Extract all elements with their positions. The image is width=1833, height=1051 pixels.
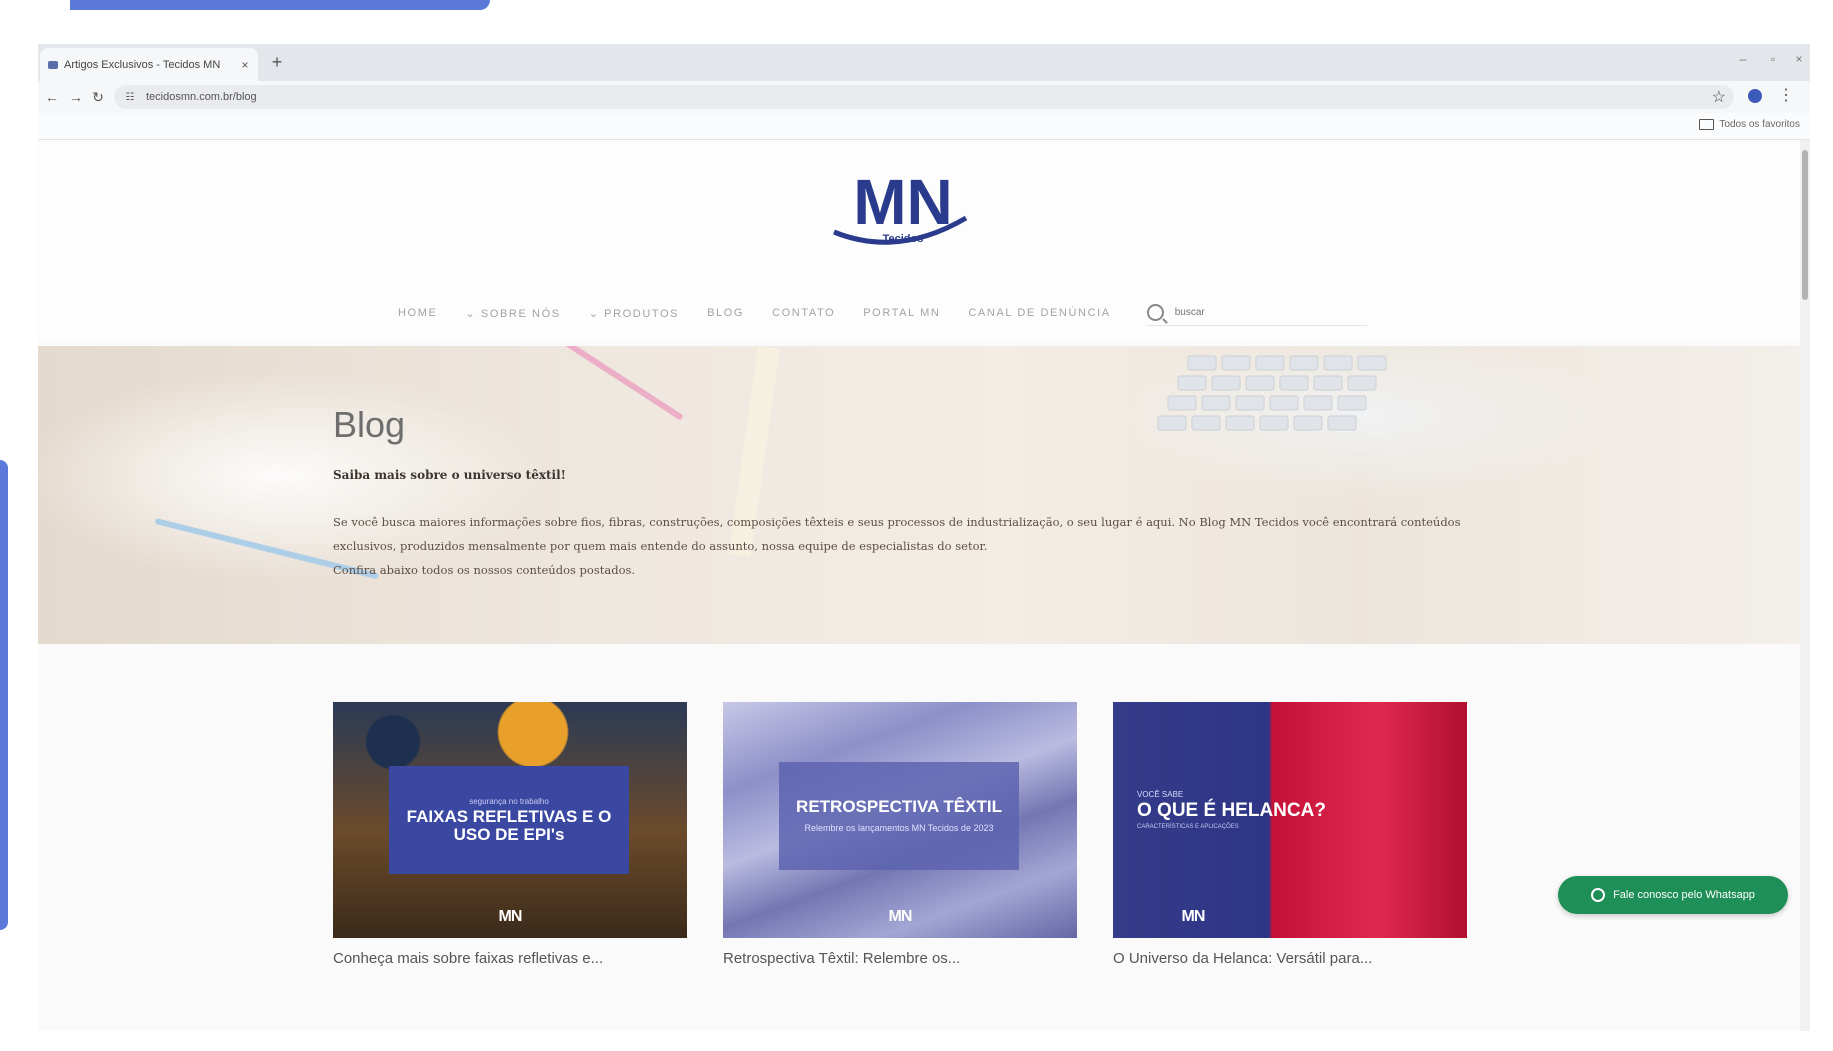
whatsapp-icon: [1591, 888, 1606, 902]
profile-avatar[interactable]: [1748, 89, 1762, 103]
hero-content: Blog Saiba mais sobre o universo têxtil!…: [333, 404, 1513, 582]
page-title: Blog: [333, 404, 406, 445]
browser-window: Artigos Exclusivos - Tecidos MN × + – ▫ …: [38, 44, 1810, 1031]
nav-canal-denuncia[interactable]: CANAL DE DENÚNCIA: [968, 307, 1110, 319]
blog-card-image[interactable]: segurança no trabalho FAIXAS REFLETIVAS …: [333, 702, 687, 938]
card-logo: MN: [888, 908, 913, 925]
card-headline: FAIXAS REFLETIVAS E O USO DE EPI's: [406, 806, 612, 844]
back-arrow-icon[interactable]: ←: [42, 87, 62, 107]
page-scrollbar[interactable]: [1800, 140, 1810, 1031]
blog-card-image[interactable]: VOCÊ SABE O QUE É HELANCA? CARACTERÍSTIC…: [1113, 702, 1467, 938]
nav-home[interactable]: HOME: [398, 307, 437, 319]
mn-tecidos-logo[interactable]: MN Tecidos: [828, 162, 978, 260]
nav-portal-mn[interactable]: PORTAL MN: [863, 307, 940, 319]
all-bookmarks-label: Todos os favoritos: [1719, 119, 1800, 130]
search-input[interactable]: [1172, 306, 1357, 319]
web-page: MN Tecidos HOME ⌄ SOBRE NÓS ⌄ PRODUTOS B…: [38, 140, 1800, 1031]
blog-card[interactable]: segurança no trabalho FAIXAS REFLETIVAS …: [333, 702, 687, 967]
url-text: tecidosmn.com.br/blog: [146, 91, 257, 103]
address-bar: ← → ↻ ☷ tecidosmn.com.br/blog ☆ ⋮: [38, 81, 1810, 113]
bookmarks-bar: Todos os favoritos: [38, 113, 1810, 140]
card-kicker: VOCÊ SABE: [1137, 790, 1184, 799]
blog-card-list: segurança no trabalho FAIXAS REFLETIVAS …: [333, 702, 1473, 972]
main-navigation: HOME ⌄ SOBRE NÓS ⌄ PRODUTOS BLOG CONTATO…: [398, 300, 1367, 326]
whatsapp-label: Fale conosco pelo Whatsapp: [1613, 889, 1755, 901]
site-header: MN Tecidos HOME ⌄ SOBRE NÓS ⌄ PRODUTOS B…: [38, 140, 1800, 340]
decorative-shape-left: [0, 460, 8, 930]
blog-card-title[interactable]: O Universo da Helanca: Versátil para...: [1113, 950, 1467, 967]
all-bookmarks-button[interactable]: Todos os favoritos: [1699, 119, 1800, 130]
new-tab-button[interactable]: +: [266, 52, 288, 74]
favicon-icon: [48, 60, 58, 69]
card-kicker: segurança no trabalho: [469, 796, 549, 806]
forward-arrow-icon[interactable]: →: [66, 87, 86, 107]
search-icon[interactable]: [1146, 304, 1164, 321]
tab-bar: Artigos Exclusivos - Tecidos MN × + – ▫ …: [38, 44, 1810, 81]
url-field[interactable]: ☷ tecidosmn.com.br/blog: [114, 85, 1734, 109]
hero-subtitle: Saiba mais sobre o universo têxtil!: [333, 468, 566, 482]
nav-blog[interactable]: BLOG: [707, 307, 744, 319]
blog-card-title[interactable]: Conheça mais sobre faixas refletivas e..…: [333, 950, 687, 967]
hero-paragraph-2: Confira abaixo todos os nossos conteúdos…: [333, 563, 636, 577]
card-logo: MN: [1181, 908, 1206, 925]
card-text: VOCÊ SABE O QUE É HELANCA? CARACTERÍSTIC…: [1137, 790, 1326, 830]
site-search: [1146, 301, 1367, 326]
browser-menu-icon[interactable]: ⋮: [1778, 85, 1794, 105]
card-panel: segurança no trabalho FAIXAS REFLETIVAS …: [389, 766, 629, 874]
tab-close-icon[interactable]: ×: [236, 58, 254, 72]
hero-banner: Blog Saiba mais sobre o universo têxtil!…: [38, 346, 1800, 644]
card-panel: RETROSPECTIVA TÊXTIL Relembre os lançame…: [779, 762, 1019, 870]
site-info-icon[interactable]: ☷: [122, 92, 138, 103]
card-headline: O QUE É HELANCA?: [1137, 800, 1326, 821]
card-tagline: CARACTERÍSTICAS E APLICAÇÕES: [1137, 824, 1239, 830]
nav-contato[interactable]: CONTATO: [772, 307, 835, 319]
logo-mn-text: MN: [853, 166, 953, 238]
window-close-button[interactable]: ×: [1784, 52, 1810, 66]
minimize-button[interactable]: –: [1728, 52, 1758, 66]
reload-icon[interactable]: ↻: [88, 87, 108, 107]
bookmark-star-icon[interactable]: ☆: [1712, 87, 1726, 107]
card-subheadline: Relembre os lançamentos MN Tecidos de 20…: [804, 823, 994, 833]
blog-card[interactable]: RETROSPECTIVA TÊXTIL Relembre os lançame…: [723, 702, 1077, 967]
nav-produtos[interactable]: ⌄ PRODUTOS: [589, 307, 679, 320]
folder-icon: [1699, 119, 1715, 130]
browser-tab[interactable]: Artigos Exclusivos - Tecidos MN ×: [40, 48, 258, 81]
hero-paragraph: Se você busca maiores informações sobre …: [333, 515, 1461, 553]
whatsapp-button[interactable]: Fale conosco pelo Whatsapp: [1558, 876, 1788, 914]
card-logo: MN: [498, 908, 523, 925]
blog-card-title[interactable]: Retrospectiva Têxtil: Relembre os...: [723, 950, 1077, 967]
scrollbar-thumb[interactable]: [1802, 150, 1808, 300]
nav-sobre-nos[interactable]: ⌄ SOBRE NÓS: [465, 307, 560, 320]
blog-card[interactable]: VOCÊ SABE O QUE É HELANCA? CARACTERÍSTIC…: [1113, 702, 1467, 967]
card-headline: RETROSPECTIVA TÊXTIL: [796, 797, 1002, 816]
decorative-shape-top: [70, 0, 490, 10]
blog-card-image[interactable]: RETROSPECTIVA TÊXTIL Relembre os lançame…: [723, 702, 1077, 938]
logo-tecidos-text: Tecidos: [883, 233, 924, 245]
tab-title: Artigos Exclusivos - Tecidos MN: [64, 58, 221, 71]
